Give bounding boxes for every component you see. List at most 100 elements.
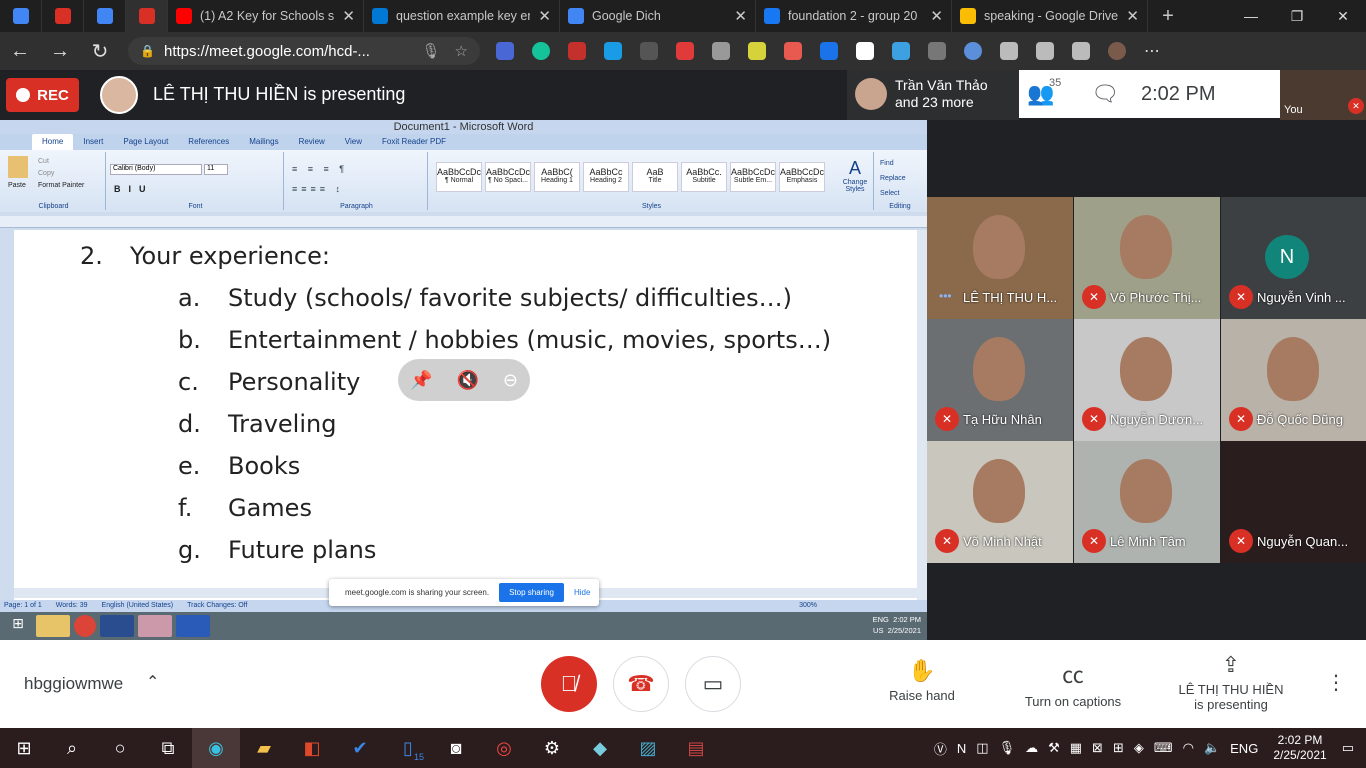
extension-icon[interactable] [928,42,946,60]
list-buttons[interactable]: ≡ ≡ ≡ ¶ [292,164,348,174]
onedrive-icon[interactable]: ☁ [1025,740,1038,756]
change-styles-label[interactable]: Change Styles [840,179,870,193]
recording-badge[interactable]: REC [6,78,79,112]
browser-tab[interactable]: question example key en ✕ [364,0,560,32]
style-gallery-item[interactable]: AaBbCcDc Emphasis [779,162,825,192]
camera-toggle-button[interactable]: ▭ [685,656,741,712]
shield-icon[interactable] [1072,42,1090,60]
edge-icon[interactable]: ◉ [192,728,240,768]
phone-icon[interactable]: ▯ 15 [384,728,432,768]
windows-start-icon[interactable]: ⊞ [0,728,48,768]
style-gallery-item[interactable]: AaBbC(Heading 1 [534,162,580,192]
extension-icon[interactable] [748,42,766,60]
winrar-icon[interactable]: ▤ [672,728,720,768]
browser-tab[interactable]: speaking - Google Drive ✕ [952,0,1148,32]
participant-tile[interactable]: ✕ Nguyễn Quan... [1221,441,1366,563]
notifications-icon[interactable]: ▭ [1342,740,1354,756]
onenote-icon[interactable]: N [957,741,966,756]
camera-app-icon[interactable]: ◙ [432,728,480,768]
language-indicator[interactable]: ENG [1230,741,1258,756]
find-button[interactable]: Find [880,156,906,171]
participant-tile[interactable]: ✕ Đỗ Quốc Dũng [1221,319,1366,441]
download-icon[interactable] [640,42,658,60]
participant-tile[interactable]: ✕ Lê Minh Tâm [1074,441,1220,563]
close-tab-icon[interactable]: ✕ [734,7,747,25]
close-tab-icon[interactable]: ✕ [1126,7,1139,25]
app-tray-icon[interactable]: Ⓥ [934,739,947,758]
ribbon-tab[interactable]: Home [32,134,74,150]
more-icon[interactable]: ⋯ [1144,41,1160,61]
more-options-icon[interactable]: ⋮ [1326,670,1346,695]
extension-icon[interactable] [784,42,802,60]
browser-tab[interactable]: Google Dich ✕ [560,0,756,32]
restore-icon[interactable]: ❐ [1274,0,1320,32]
profile-avatar[interactable] [1108,42,1126,60]
wifi-icon[interactable]: ◠ [1183,740,1194,756]
todo-icon[interactable]: ✔ [336,728,384,768]
style-gallery-item[interactable]: AaBbCc Heading 2 [583,162,629,192]
extension-icon[interactable] [820,42,838,60]
extension-icon[interactable] [496,42,514,60]
tray-icon[interactable]: ⌨ [1154,740,1173,756]
pin-icon[interactable]: 📌 [410,370,432,391]
tray-icon[interactable]: ⊞ [1113,740,1124,756]
zoom-level[interactable]: 300% [799,600,817,612]
reload-icon[interactable]: ↻ [80,39,120,64]
explorer-icon[interactable] [36,615,70,637]
mic-tray-icon[interactable]: 🎙 [999,740,1016,756]
ribbon-tab[interactable]: Mailings [239,134,288,150]
media-player-icon[interactable]: ◎ [480,728,528,768]
browser-tab[interactable] [84,0,126,32]
style-gallery-item[interactable]: AaBbCcDc ¶ No Spaci... [485,162,531,192]
close-tab-icon[interactable]: ✕ [930,7,943,25]
office-icon[interactable]: ◧ [288,728,336,768]
replace-button[interactable]: Replace [880,171,906,186]
cortana-icon[interactable]: ○ [96,728,144,768]
meeting-code[interactable]: hbggiowmwe [24,674,123,694]
browser-tab[interactable] [42,0,84,32]
start-icon[interactable]: ⊞ [4,615,32,637]
tray-icon[interactable]: ▦ [1070,740,1082,756]
app-icon[interactable] [138,615,172,637]
ribbon-tab[interactable]: Review [289,134,335,150]
present-button[interactable]: ⇪ LÊ THỊ THU HIỀN is presenting [1170,652,1292,712]
new-tab-button[interactable]: + [1148,0,1188,32]
ribbon-tab[interactable]: View [335,134,372,150]
favorites-icon[interactable] [1000,42,1018,60]
app-icon[interactable]: ◆ [576,728,624,768]
stop-sharing-button[interactable]: Stop sharing [499,583,564,602]
chrome-icon[interactable] [74,615,96,637]
participant-tile[interactable]: ✕ Võ Phước Thị... [1074,197,1220,319]
search-icon[interactable]: ⌕ [48,728,96,768]
close-tab-icon[interactable]: ✕ [538,7,551,25]
raise-hand-button[interactable]: ✋ Raise hand [880,658,964,703]
forward-icon[interactable]: → [40,40,80,63]
favorite-icon[interactable]: ☆ [455,42,468,60]
font-size-select[interactable]: 11 [204,164,228,175]
clock[interactable]: 2:02 PM 2/25/2021 [1273,733,1326,763]
download-icon[interactable] [856,42,874,60]
captions-button[interactable]: ㏄ Turn on captions [1016,658,1130,709]
tray-icon[interactable]: ◫ [976,740,988,756]
browser-tab[interactable] [0,0,42,32]
style-gallery-item[interactable]: AaBbCcDc ¶ Normal [436,162,482,192]
cut-button[interactable]: Cut [38,156,84,168]
people-icon[interactable]: 👥 35 [1019,77,1063,107]
extension-icon[interactable] [568,42,586,60]
chevron-up-icon[interactable]: ⌃ [146,672,159,692]
camera-icon[interactable] [712,42,730,60]
chat-icon[interactable]: 🗨 [1083,81,1127,107]
copy-button[interactable]: Copy [38,168,84,180]
word-icon[interactable] [176,615,210,637]
format-painter-button[interactable]: Format Painter [38,180,84,192]
task-view-icon[interactable]: ⧉ [144,728,192,768]
ribbon-tab[interactable]: Insert [73,134,113,150]
close-icon[interactable]: ✕ [1320,0,1366,32]
file-explorer-icon[interactable]: ▰ [240,728,288,768]
extension-icon[interactable] [676,42,694,60]
style-gallery-item[interactable]: AaBbCc. Subtitle [681,162,727,192]
minimize-icon[interactable]: — [1228,0,1274,32]
paste-label[interactable]: Paste [8,182,26,189]
self-video-tile[interactable]: You ✕ [1280,70,1366,120]
close-tab-icon[interactable]: ✕ [342,7,355,25]
